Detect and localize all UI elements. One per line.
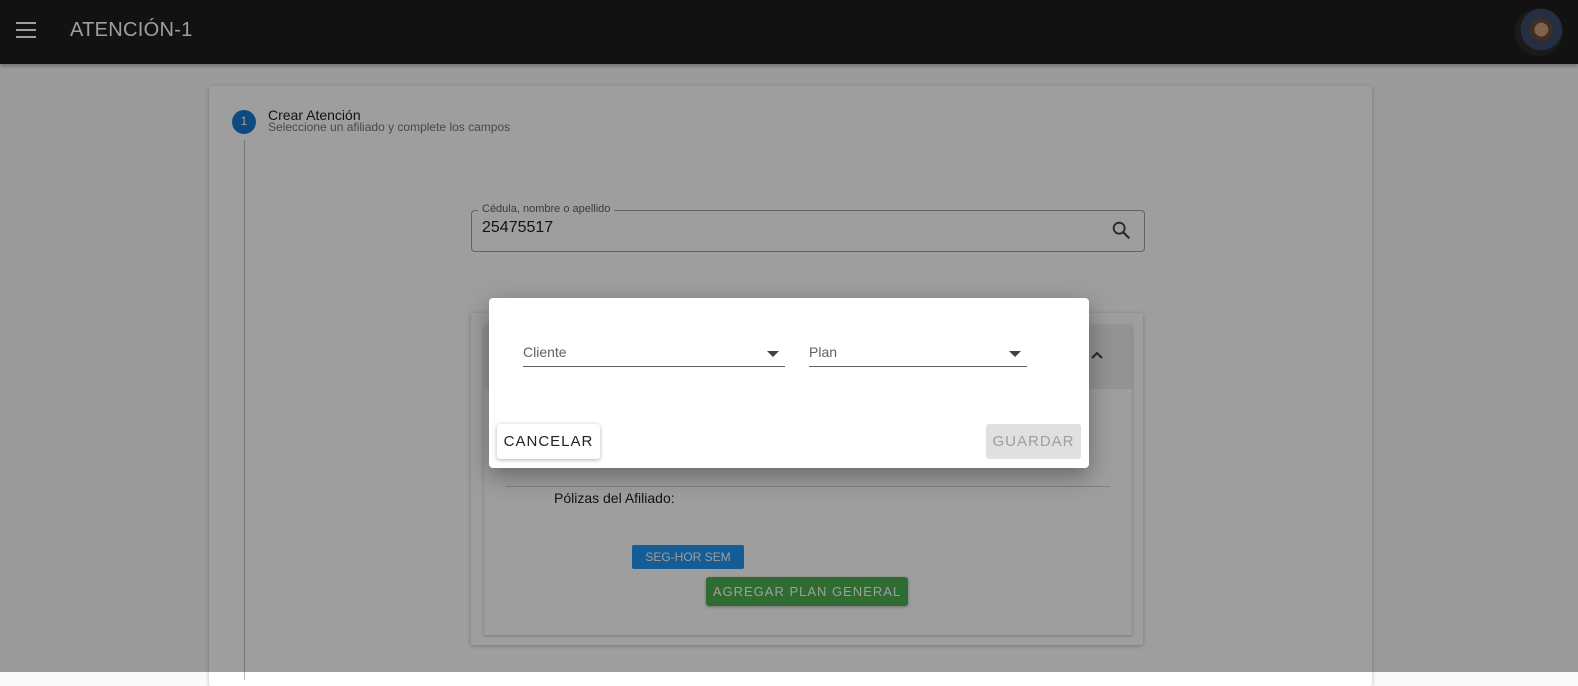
plan-select[interactable]: Plan: [809, 336, 1027, 367]
plan-dialog: Cliente Plan CANCELAR GUARDAR: [489, 298, 1089, 468]
plan-select-label: Plan: [809, 344, 838, 360]
caret-down-icon: [1009, 351, 1021, 357]
client-select[interactable]: Cliente: [523, 336, 785, 367]
client-select-label: Cliente: [523, 344, 567, 360]
caret-down-icon: [767, 351, 779, 357]
save-button[interactable]: GUARDAR: [986, 424, 1081, 459]
cancel-button[interactable]: CANCELAR: [497, 424, 600, 459]
